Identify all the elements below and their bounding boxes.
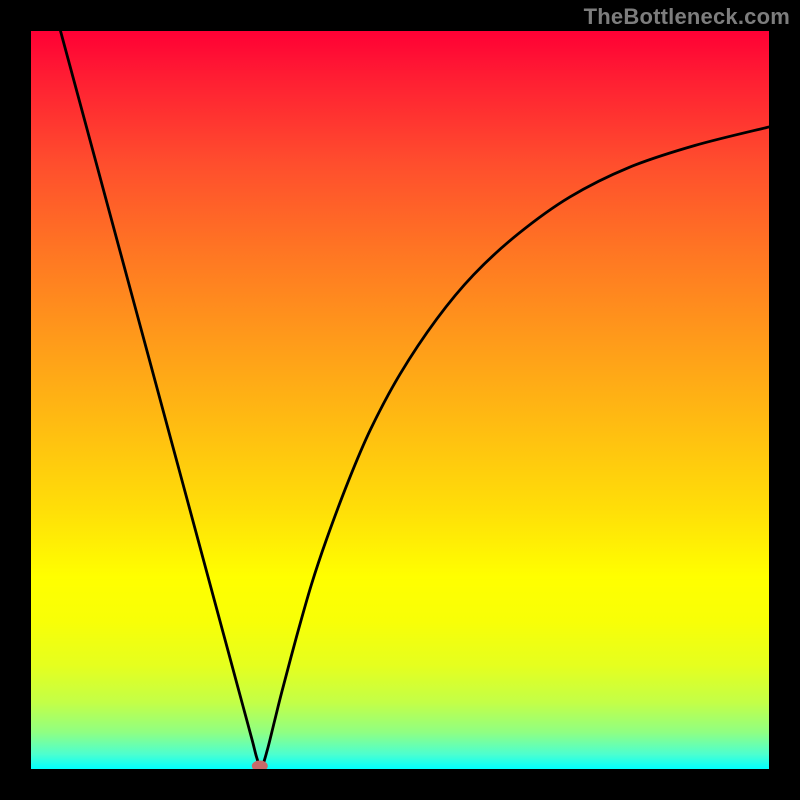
chart-frame: TheBottleneck.com [0,0,800,800]
curve-layer [31,31,769,769]
bottleneck-curve [61,31,769,768]
minimum-marker [252,761,268,769]
plot-area [31,31,769,769]
watermark-text: TheBottleneck.com [584,4,790,30]
